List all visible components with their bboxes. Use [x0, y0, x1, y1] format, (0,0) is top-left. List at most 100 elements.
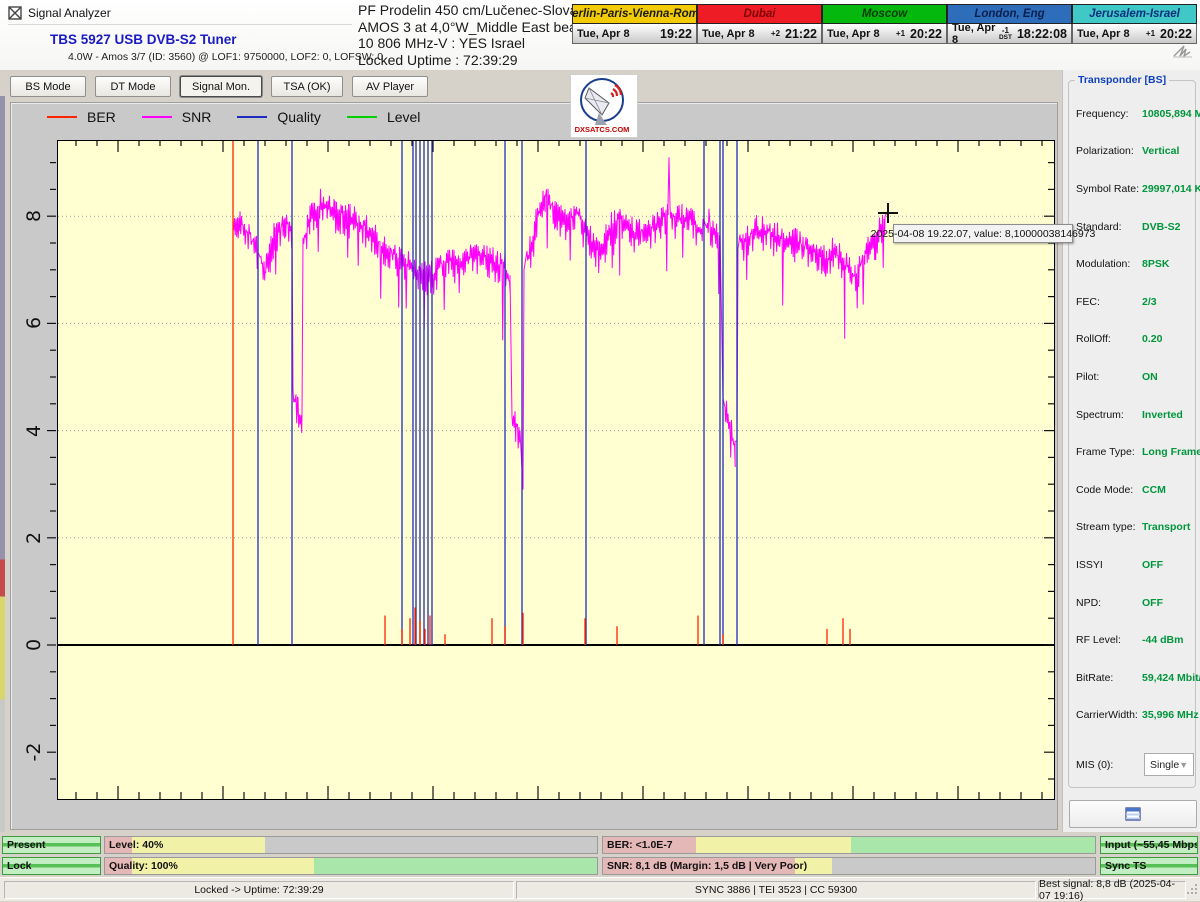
badge-lock: Lock [2, 857, 101, 875]
legend-swatch [237, 116, 267, 118]
clock-2: DubaiTue, Apr 8+221:22 [697, 4, 822, 44]
transponder-value: 8PSK [1142, 258, 1169, 270]
transponder-label: Frame Type: [1076, 446, 1142, 458]
legend-item-level: Level [347, 109, 420, 125]
chevron-down-icon: ▼ [1179, 760, 1188, 770]
clock-city: Dubai [697, 4, 822, 24]
transponder-row: ISSYIOFF [1076, 546, 1193, 584]
clock-city: Jerusalem-Israel [1072, 4, 1197, 24]
transponder-value: -44 dBm [1142, 634, 1183, 646]
clock-utc-offset: -1DST [999, 27, 1012, 41]
transponder-label: Code Mode: [1076, 484, 1142, 496]
transponder-value: 59,424 Mbit/s [1142, 672, 1200, 684]
transponder-row: FEC:2/3 [1076, 283, 1193, 321]
transponder-label: Stream type: [1076, 521, 1142, 533]
mis-selected-value: Single [1150, 759, 1179, 771]
clock-utc-offset: +1 [1146, 30, 1155, 37]
y-axis-label: 8 [23, 203, 45, 229]
transponder-label: Symbol Rate: [1076, 183, 1142, 195]
transponder-label: ISSYI [1076, 559, 1142, 571]
chart-legend: BER SNR Quality Level [47, 109, 420, 125]
clock-date: Tue, Apr 8 [702, 28, 771, 40]
status-best-signal: Best signal: 8,8 dB (2025-04-07 19:16) [1038, 881, 1186, 899]
resize-grip[interactable] [1186, 882, 1199, 897]
legend-label: Quality [277, 109, 321, 125]
indicator-row: LockQuality: 100%SNR: 8,1 dB (Margin: 1,… [0, 857, 1200, 875]
transponder-value: 29997,014 KS/s [1142, 183, 1200, 195]
legend-swatch [347, 116, 377, 118]
clock-time: Tue, Apr 8+221:22 [697, 24, 822, 44]
legend-item-quality: Quality [237, 109, 321, 125]
transponder-value: 35,996 MHz [1142, 709, 1199, 721]
export-button[interactable] [1069, 800, 1197, 828]
bar-segment [832, 858, 1095, 874]
transponder-value: ON [1142, 371, 1158, 383]
transponder-row: Spectrum:Inverted [1076, 396, 1193, 434]
clock-date: Tue, Apr 8 [952, 22, 999, 46]
legend-swatch [47, 116, 77, 118]
mis-row: MIS (0): Single ▼ [1076, 753, 1192, 776]
clock-hhmm: 20:22 [910, 27, 942, 41]
site-info-line2: AMOS 3 at 4,0°W_Middle East beam [358, 19, 595, 36]
signal-chart-panel: BERSNRQualityLevel 86420-2 [10, 102, 1058, 830]
transponder-row: BitRate:59,424 Mbit/s [1076, 659, 1193, 697]
tab-dt-mode[interactable]: DT Mode [95, 76, 171, 97]
site-info-line1: PF Prodelin 450 cm/Lučenec-Slovakia [358, 2, 595, 19]
transponder-sidebar: Transponder [BS] Frequency:10805,894 MHz… [1062, 70, 1200, 832]
transponder-label: RF Level: [1076, 634, 1142, 646]
window-title: Signal Analyzer [28, 6, 111, 20]
clock-3: MoscowTue, Apr 8+120:22 [822, 4, 947, 44]
transponder-row: RollOff:0.20 [1076, 321, 1193, 359]
clock-time: Tue, Apr 819:22 [572, 24, 697, 44]
legend-item-ber: BER [47, 109, 116, 125]
tuner-details: 4.0W - Amos 3/7 (ID: 3560) @ LOF1: 97500… [68, 51, 383, 63]
y-axis-label: 6 [23, 310, 45, 336]
badge-present: Present [2, 836, 101, 854]
transponder-label: RollOff: [1076, 333, 1142, 345]
transponder-value: 2/3 [1142, 296, 1157, 308]
legend-label: Level [387, 109, 420, 125]
clock-utc-offset: +2 [771, 30, 780, 37]
transponder-label: Polarization: [1076, 145, 1142, 157]
transponder-value: Long Frame [1142, 446, 1200, 458]
tab-tsa-ok-[interactable]: TSA (OK) [271, 76, 343, 97]
indicator-row: PresentLevel: 40%BER: <1.0E-7Input (~55,… [0, 836, 1200, 854]
bar-label: BER: <1.0E-7 [607, 837, 673, 853]
bar-segment [265, 837, 597, 853]
transponder-value: OFF [1142, 559, 1163, 571]
clock-time: Tue, Apr 8+120:22 [1072, 24, 1197, 44]
progress-bar: BER: <1.0E-7 [602, 836, 1096, 854]
transponder-value: Transport [1142, 521, 1190, 533]
site-info-line3: 10 806 MHz-V : YES Israel [358, 35, 595, 52]
legend-label: SNR [182, 109, 212, 125]
bar-label: Quality: 100% [109, 858, 178, 874]
clock-date: Tue, Apr 8 [827, 28, 896, 40]
clock-hhmm: 18:22:08 [1017, 27, 1067, 41]
transponder-row: NPD:OFF [1076, 584, 1193, 622]
transponder-rows: Frequency:10805,894 MHzPolarization:Vert… [1076, 95, 1193, 734]
tab-bs-mode[interactable]: BS Mode [10, 76, 86, 97]
status-bar: Locked -> Uptime: 72:39:29 SYNC 3886 | T… [0, 877, 1200, 901]
bar-segment [851, 837, 1095, 853]
transponder-row: RF Level:-44 dBm [1076, 621, 1193, 659]
clock-4: London, EngTue, Apr 8-1DST18:22:08 [947, 4, 1072, 44]
bar-segment [696, 837, 851, 853]
transponder-label: FEC: [1076, 296, 1142, 308]
transponder-row: Symbol Rate:29997,014 KS/s [1076, 170, 1193, 208]
transponder-row: Modulation:8PSK [1076, 245, 1193, 283]
clock-city: Moscow [822, 4, 947, 24]
mis-select[interactable]: Single ▼ [1144, 753, 1194, 776]
app-icon [8, 6, 22, 20]
transponder-row: Polarization:Vertical [1076, 133, 1193, 171]
transponder-row: Stream type:Transport [1076, 509, 1193, 547]
tab-av-player[interactable]: AV Player [352, 76, 428, 97]
transponder-title: Transponder [BS] [1075, 74, 1169, 86]
transponder-label: BitRate: [1076, 672, 1142, 684]
y-axis-label: 2 [23, 525, 45, 551]
tuner-name: TBS 5927 USB DVB-S2 Tuner [50, 32, 237, 47]
clock-1: Berlin-Paris-Vienna-RomaTue, Apr 819:22 [572, 4, 697, 44]
tab-signal-mon-[interactable]: Signal Mon. [180, 76, 262, 97]
clock-time: Tue, Apr 8+120:22 [822, 24, 947, 44]
site-info-line4: Locked Uptime : 72:39:29 [358, 52, 595, 69]
site-info: PF Prodelin 450 cm/Lučenec-Slovakia AMOS… [358, 2, 595, 68]
